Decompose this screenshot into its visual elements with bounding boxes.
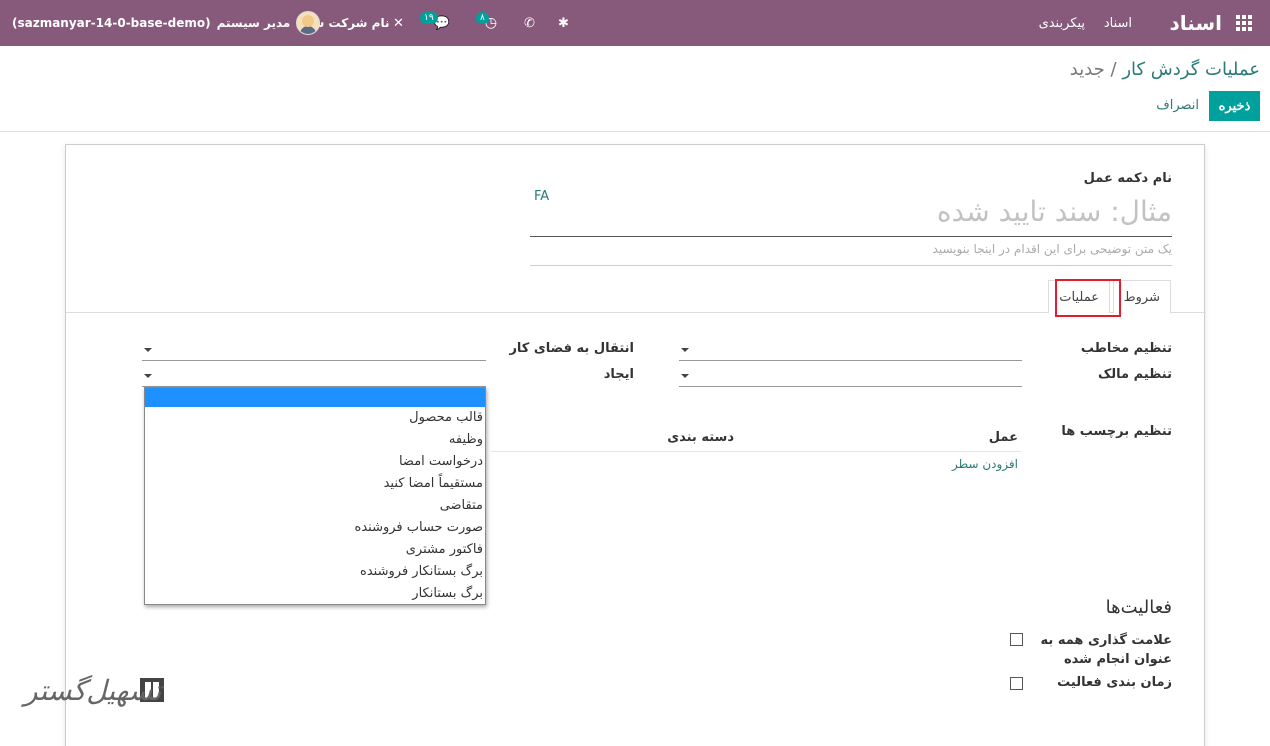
create-label: ایجاد (603, 367, 634, 382)
add-line-link[interactable]: افزودن سطر (952, 457, 1018, 471)
messages-icon[interactable]: ۱۹ 💬 (420, 0, 450, 46)
dropdown-option[interactable]: فاکتور مشتری (145, 539, 485, 561)
schedule-activity-label: زمان بندی فعالیت (1057, 675, 1172, 690)
user-name: مدیر سیستم (216, 16, 291, 30)
database-name: (sazmanyar-14-0-base-demo) (12, 16, 211, 30)
menu-configuration[interactable]: پیکربندی (1039, 0, 1085, 46)
phone-icon[interactable]: ✆ (524, 0, 535, 46)
move-to-workspace-label: انتقال به فضای کار (509, 341, 634, 356)
column-action: عمل (988, 430, 1018, 445)
name-input[interactable]: مثال: سند تایید شده (530, 187, 1172, 237)
breadcrumb: عملیات گردش کار / جدید (1070, 59, 1260, 80)
top-navbar: اسناد اسناد پیکربندی ✱ ✆ ۸ ◷ ۱۹ 💬 ✕ نام … (0, 0, 1270, 46)
tab-highlight-box (1055, 279, 1121, 317)
dropdown-option[interactable]: برگ بستانکار (145, 583, 485, 605)
description-input[interactable]: یک متن توضیحی برای این اقدام در اینجا بن… (530, 242, 1172, 266)
workspace-select[interactable] (142, 341, 486, 361)
breadcrumb-parent[interactable]: عملیات گردش کار (1122, 59, 1260, 80)
schedule-activity-checkbox[interactable] (1010, 677, 1023, 690)
column-category: دسته بندی (667, 430, 734, 445)
dropdown-option[interactable]: صورت حساب فروشنده (145, 517, 485, 539)
mark-all-done-label: علامت گذاری همه به عنوان انجام شده (1041, 631, 1172, 669)
language-button[interactable]: FA (534, 189, 549, 204)
dropdown-arrow-icon (144, 374, 152, 378)
create-dropdown-list: قالب محصول وظیفه درخواست امضا مستقیماً ا… (144, 387, 486, 605)
mark-all-done-line1: علامت گذاری همه به (1040, 633, 1172, 648)
set-owner-label: تنظیم مالک (1097, 367, 1172, 382)
set-tags-label: تنظیم برچسب ها (1061, 424, 1172, 439)
breadcrumb-current: جدید (1069, 59, 1105, 80)
watermark: تسهیل‌گستر (20, 668, 170, 724)
table-divider (491, 451, 1021, 452)
watermark-text: تسهیل‌گستر (24, 674, 162, 707)
dropdown-option[interactable]: متقاضی (145, 495, 485, 517)
mark-all-done-line2: عنوان انجام شده (1063, 652, 1172, 667)
messages-badge: ۱۹ (420, 12, 438, 24)
user-menu[interactable]: (sazmanyar-14-0-base-demo) مدیر سیستم (12, 0, 321, 46)
set-partner-label: تنظیم مخاطب (1080, 341, 1172, 356)
avatar (296, 11, 321, 35)
activity-clock-icon[interactable]: ۸ ◷ (476, 0, 497, 46)
switch-company-icon[interactable]: ✕ (393, 0, 404, 46)
save-button[interactable]: ذخیره (1209, 91, 1260, 121)
discard-button[interactable]: انصراف (1156, 91, 1199, 121)
dropdown-option[interactable]: وظیفه (145, 429, 485, 451)
dropdown-option[interactable]: درخواست امضا (145, 451, 485, 473)
tab-conditions[interactable]: شروط (1112, 280, 1171, 313)
dropdown-option[interactable]: قالب محصول (145, 407, 485, 429)
dropdown-option-empty[interactable] (145, 388, 485, 407)
activities-title: فعالیت‌ها (1105, 597, 1172, 618)
dropdown-arrow-icon (144, 348, 152, 352)
dropdown-arrow-icon (681, 348, 689, 352)
name-label: نام دکمه عمل (1083, 171, 1172, 186)
dropdown-option[interactable]: برگ بستانکار فروشنده (145, 561, 485, 583)
dropdown-arrow-icon (681, 374, 689, 378)
set-partner-select[interactable] (679, 341, 1022, 361)
dropdown-option[interactable]: مستقیماً امضا کنید (145, 473, 485, 495)
activity-badge: ۸ (476, 12, 489, 24)
form-sheet: نام دکمه عمل مثال: سند تایید شده FA یک م… (65, 144, 1206, 746)
create-select[interactable] (142, 367, 486, 387)
breadcrumb-separator: / (1110, 59, 1117, 80)
menu-documents[interactable]: اسناد (1104, 0, 1132, 46)
app-brand[interactable]: اسناد (1170, 0, 1222, 46)
bug-icon[interactable]: ✱ (558, 0, 569, 46)
tabs-divider (66, 312, 1206, 313)
apps-menu-icon[interactable] (1236, 0, 1256, 46)
set-owner-select[interactable] (679, 367, 1022, 387)
control-panel: عملیات گردش کار / جدید ذخیره انصراف (0, 46, 1270, 132)
mark-all-done-checkbox[interactable] (1010, 633, 1023, 646)
